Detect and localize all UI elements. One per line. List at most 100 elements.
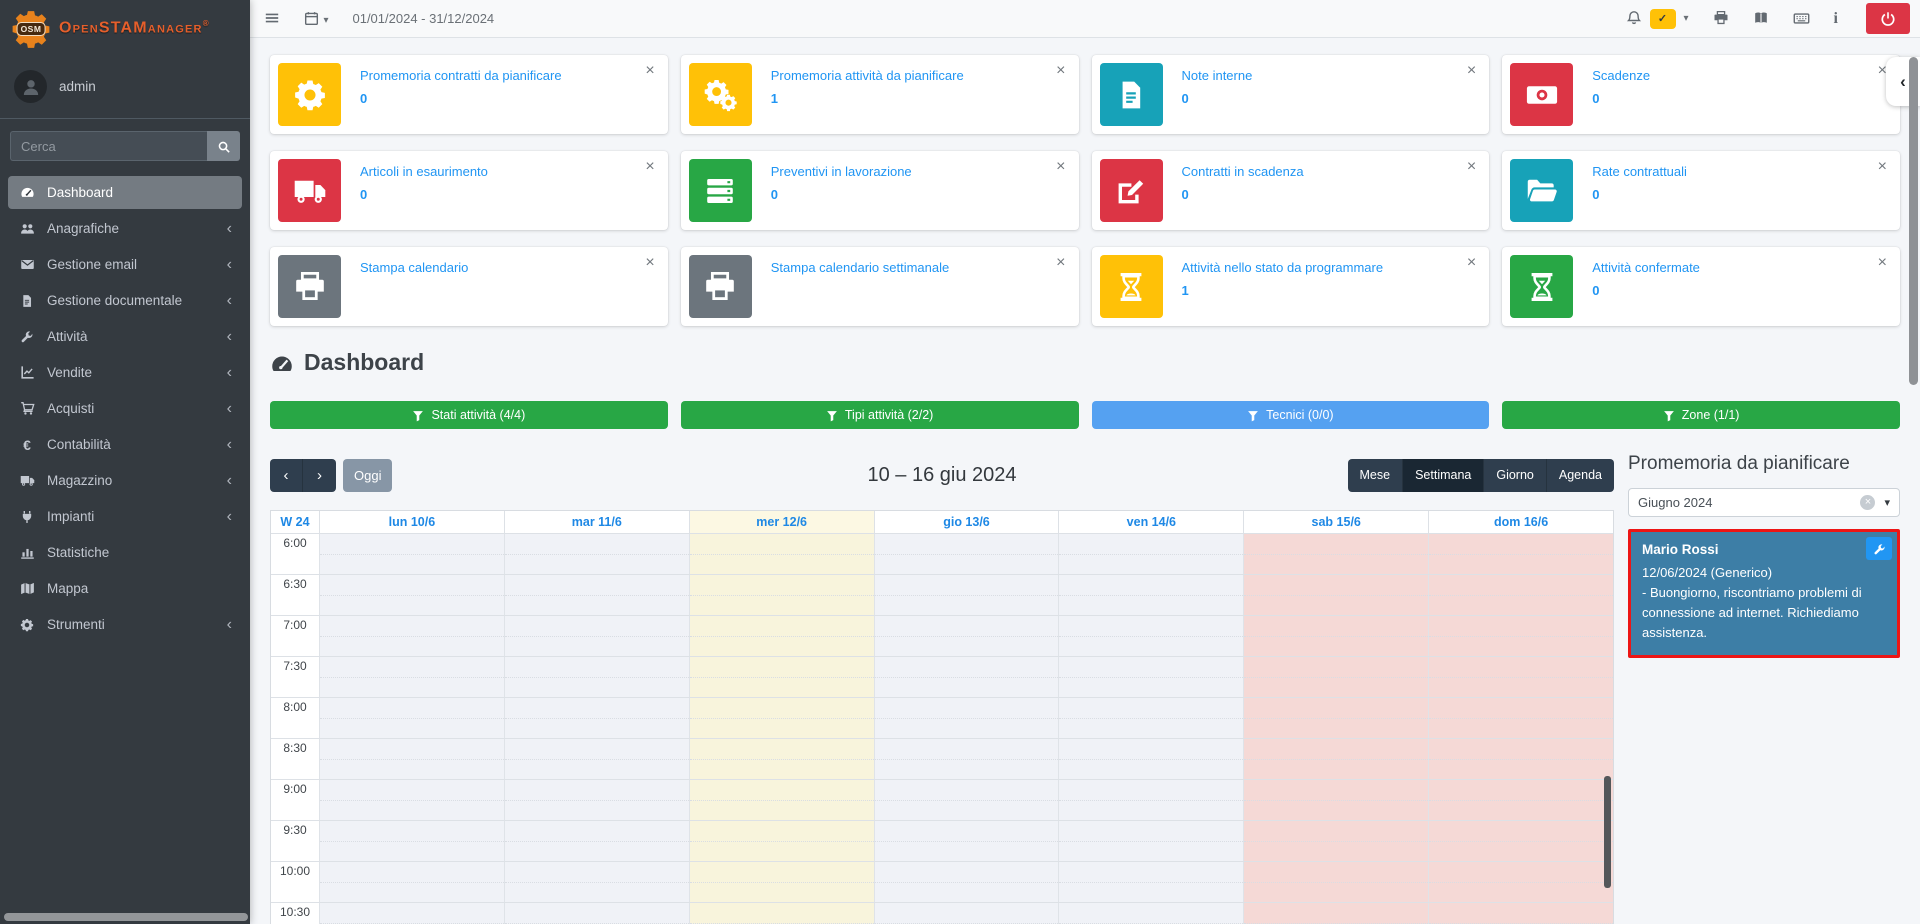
calendar-slot[interactable] — [1243, 903, 1428, 924]
widget-title-link[interactable]: Note interne — [1182, 68, 1450, 83]
calendar-slot[interactable] — [1058, 862, 1243, 902]
sidebar-item-magazzino[interactable]: Magazzino‹ — [8, 464, 242, 497]
calendar-slot[interactable] — [319, 821, 504, 861]
calendar-slot[interactable] — [1428, 616, 1613, 656]
calendar-dropdown-button[interactable]: ▾ — [304, 10, 328, 28]
calendar-slot[interactable] — [1058, 903, 1243, 924]
calendar-slot[interactable] — [874, 780, 1059, 820]
calendar-slot[interactable] — [504, 698, 689, 738]
day-header[interactable]: mar 11/6 — [504, 511, 689, 533]
calendar-slot[interactable] — [1428, 534, 1613, 574]
prev-week-button[interactable]: ‹ — [270, 459, 303, 492]
filter-tecnici-button[interactable]: Tecnici (0/0) — [1092, 401, 1490, 429]
widget-title-link[interactable]: Attività confermate — [1592, 260, 1860, 275]
plan-activity-button[interactable] — [1866, 537, 1892, 560]
sidebar-item-attivita[interactable]: Attività‹ — [8, 320, 242, 353]
day-header[interactable]: ven 14/6 — [1058, 511, 1243, 533]
calendar-slot[interactable] — [874, 657, 1059, 697]
close-icon[interactable]: × — [1467, 63, 1476, 79]
filter-tipi-attivita-button[interactable]: Tipi attività (2/2) — [681, 401, 1079, 429]
calendar-slot[interactable] — [874, 698, 1059, 738]
calendar-slot[interactable] — [1428, 862, 1613, 902]
calendar-slot[interactable] — [689, 739, 874, 779]
calendar-slot[interactable] — [319, 862, 504, 902]
calendar-slot[interactable] — [874, 821, 1059, 861]
calendar-slot[interactable] — [874, 575, 1059, 615]
close-icon[interactable]: × — [1467, 255, 1476, 271]
calendar-slot[interactable] — [1058, 698, 1243, 738]
calendar-slot[interactable] — [319, 739, 504, 779]
calendar-slot[interactable] — [319, 616, 504, 656]
widget-title-link[interactable]: Promemoria attività da pianificare — [771, 68, 1039, 83]
day-header[interactable]: mer 12/6 — [689, 511, 874, 533]
calendar-slot[interactable] — [1058, 534, 1243, 574]
calendar-slot[interactable] — [874, 739, 1059, 779]
calendar-slot[interactable] — [1243, 780, 1428, 820]
calendar-slot[interactable] — [689, 821, 874, 861]
view-mese-button[interactable]: Mese — [1348, 459, 1404, 492]
calendar-slot[interactable] — [1428, 903, 1613, 924]
filter-zone-button[interactable]: Zone (1/1) — [1502, 401, 1900, 429]
calendar-slot[interactable] — [1058, 575, 1243, 615]
sidebar-item-gestione-documentale[interactable]: Gestione documentale‹ — [8, 284, 242, 317]
search-button[interactable] — [207, 131, 240, 161]
calendar-slot[interactable] — [1243, 534, 1428, 574]
widget-title-link[interactable]: Scadenze — [1592, 68, 1860, 83]
calendar-slot[interactable] — [504, 575, 689, 615]
day-header[interactable]: dom 16/6 — [1428, 511, 1613, 533]
calendar-slot[interactable] — [689, 698, 874, 738]
next-week-button[interactable]: › — [303, 459, 336, 492]
calendar-slot[interactable] — [1243, 575, 1428, 615]
vertical-scrollbar-thumb[interactable] — [1909, 57, 1918, 385]
search-input[interactable] — [10, 131, 207, 161]
docs-button[interactable] — [1753, 10, 1769, 28]
close-icon[interactable]: × — [1056, 255, 1065, 271]
view-settimana-button[interactable]: Settimana — [1403, 459, 1484, 492]
calendar-slot[interactable] — [689, 616, 874, 656]
sidebar-toggle-button[interactable] — [264, 10, 280, 28]
calendar-slot[interactable] — [1058, 739, 1243, 779]
widget-title-link[interactable]: Contratti in scadenza — [1182, 164, 1450, 179]
calendar-slot[interactable] — [1428, 739, 1613, 779]
calendar-slot[interactable] — [504, 862, 689, 902]
day-header[interactable]: sab 15/6 — [1243, 511, 1428, 533]
calendar-slot[interactable] — [689, 903, 874, 924]
view-agenda-button[interactable]: Agenda — [1547, 459, 1614, 492]
calendar-slot[interactable] — [319, 657, 504, 697]
calendar-slot[interactable] — [504, 739, 689, 779]
calendar-slot[interactable] — [504, 616, 689, 656]
shortcuts-button[interactable] — [1793, 10, 1810, 28]
calendar-slot[interactable] — [1428, 780, 1613, 820]
calendar-slot[interactable] — [319, 698, 504, 738]
calendar-slot[interactable] — [1243, 657, 1428, 697]
calendar-slot[interactable] — [689, 534, 874, 574]
sidebar-item-vendite[interactable]: Vendite‹ — [8, 356, 242, 389]
close-icon[interactable]: × — [1056, 159, 1065, 175]
calendar-slot[interactable] — [1243, 739, 1428, 779]
calendar-slot[interactable] — [1058, 616, 1243, 656]
calendar-slot[interactable] — [1243, 862, 1428, 902]
calendar-slot[interactable] — [319, 903, 504, 924]
calendar-slot[interactable] — [319, 534, 504, 574]
close-icon[interactable]: × — [645, 63, 654, 79]
print-button[interactable] — [1713, 10, 1729, 28]
sidebar-item-impianti[interactable]: Impianti‹ — [8, 500, 242, 533]
sidebar-item-dashboard[interactable]: Dashboard — [8, 176, 242, 209]
close-icon[interactable]: × — [645, 159, 654, 175]
close-icon[interactable]: × — [1878, 159, 1887, 175]
calendar-slot[interactable] — [1428, 698, 1613, 738]
widget-title-link[interactable]: Promemoria contratti da pianificare — [360, 68, 628, 83]
calendar-slot[interactable] — [504, 534, 689, 574]
avatar[interactable] — [14, 70, 47, 103]
sidebar-item-mappa[interactable]: Mappa — [8, 572, 242, 605]
today-button[interactable]: Oggi — [343, 459, 392, 492]
reminder-card[interactable]: Mario Rossi 12/06/2024 (Generico) - Buon… — [1628, 529, 1900, 658]
calendar-slot[interactable] — [504, 657, 689, 697]
info-button[interactable]: i — [1834, 10, 1838, 28]
calendar-slot[interactable] — [689, 657, 874, 697]
sidebar-item-strumenti[interactable]: Strumenti‹ — [8, 608, 242, 641]
calendar-slot[interactable] — [504, 780, 689, 820]
close-icon[interactable]: × — [645, 255, 654, 271]
calendar-slot[interactable] — [874, 903, 1059, 924]
close-icon[interactable]: × — [1467, 159, 1476, 175]
